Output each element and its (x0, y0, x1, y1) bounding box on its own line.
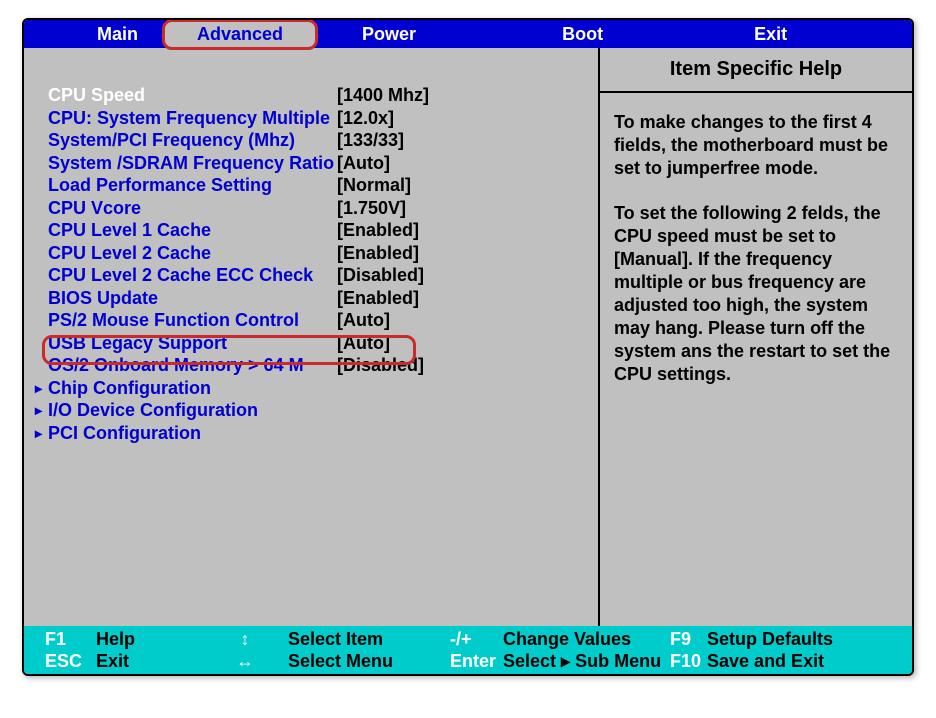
setting-row[interactable]: BIOS Update [Enabled] (48, 287, 588, 310)
submenu-io-device-config[interactable]: I/O Device Configuration (48, 399, 588, 422)
submenu-label: Chip Configuration (48, 377, 337, 400)
help-title: Item Specific Help (600, 48, 912, 93)
hint-row: ESC Exit ↔ Select Menu Enter Select ▸ Su… (45, 650, 902, 672)
content-area: CPU Speed [1400 Mhz] CPU: System Frequen… (24, 48, 912, 626)
setting-value: [Disabled] (337, 354, 424, 377)
setting-value: [Enabled] (337, 219, 419, 242)
submenu-pci-config[interactable]: PCI Configuration (48, 422, 588, 445)
submenu-chip-config[interactable]: Chip Configuration (48, 377, 588, 400)
tab-power[interactable]: Power (344, 24, 434, 45)
hint-text-select-item: Select Item (288, 629, 383, 650)
setting-row[interactable]: CPU Level 1 Cache [Enabled] (48, 219, 588, 242)
leftright-arrow-icon: ↔ (235, 651, 255, 672)
setting-label: CPU Level 2 Cache (48, 242, 337, 265)
tab-exit[interactable]: Exit (736, 24, 805, 45)
help-body: To make changes to the first 4 fields, t… (600, 93, 912, 416)
help-paragraph: To make changes to the first 4 fields, t… (614, 111, 898, 180)
hint-text-select-menu: Select Menu (288, 651, 393, 672)
tab-boot[interactable]: Boot (544, 24, 621, 45)
hint-text-exit: Exit (96, 651, 129, 672)
setting-value: [12.0x] (337, 107, 394, 130)
setting-row[interactable]: CPU Speed [1400 Mhz] (48, 84, 588, 107)
tab-bar: Main Advanced Power Boot Exit (24, 20, 912, 48)
setting-value: [Enabled] (337, 287, 419, 310)
setting-value: [1.750V] (337, 197, 406, 220)
setting-value: [Auto] (337, 152, 390, 175)
tab-advanced[interactable]: Advanced (162, 19, 318, 50)
hint-text-select-submenu: Select ▸ Sub Menu (503, 651, 661, 672)
setting-label: PS/2 Mouse Function Control (48, 309, 337, 332)
hint-text-change-values: Change Values (503, 629, 631, 650)
hint-row: F1 Help ↕ Select Item -/+ Change Values … (45, 628, 902, 650)
setting-label: OS/2 Onboard Memory > 64 M (48, 354, 337, 377)
hint-text-save-exit: Save and Exit (707, 651, 824, 672)
submenu-label: I/O Device Configuration (48, 399, 337, 422)
hint-bar: F1 Help ↕ Select Item -/+ Change Values … (24, 626, 912, 674)
setting-label: BIOS Update (48, 287, 337, 310)
hint-text-help: Help (96, 629, 135, 650)
setting-label: CPU Level 2 Cache ECC Check (48, 264, 337, 287)
help-paragraph: To set the following 2 felds, the CPU sp… (614, 202, 898, 386)
setting-row[interactable]: CPU Level 2 Cache ECC Check [Disabled] (48, 264, 588, 287)
setting-value: [Disabled] (337, 264, 424, 287)
setting-label: CPU Level 1 Cache (48, 219, 337, 242)
setting-label: System/PCI Frequency (Mhz) (48, 129, 337, 152)
hint-key-minus-plus: -/+ (450, 629, 498, 650)
submenu-label: PCI Configuration (48, 422, 337, 445)
setting-value: [Auto] (337, 332, 390, 355)
setting-row[interactable]: OS/2 Onboard Memory > 64 M [Disabled] (48, 354, 588, 377)
setting-value: [Auto] (337, 309, 390, 332)
setting-label: CPU: System Frequency Multiple (48, 107, 337, 130)
setting-value: [Enabled] (337, 242, 419, 265)
setting-row[interactable]: CPU Level 2 Cache [Enabled] (48, 242, 588, 265)
setting-row[interactable]: PS/2 Mouse Function Control [Auto] (48, 309, 588, 332)
setting-value: [Normal] (337, 174, 411, 197)
setting-value: [133/33] (337, 129, 404, 152)
setting-row[interactable]: System/PCI Frequency (Mhz) [133/33] (48, 129, 588, 152)
setting-label: CPU Speed (48, 84, 337, 107)
bios-window: Main Advanced Power Boot Exit CPU Speed … (22, 18, 914, 676)
hint-key-esc: ESC (45, 651, 91, 672)
hint-key-f10: F10 (670, 651, 702, 672)
hint-key-f9: F9 (670, 629, 702, 650)
hint-key-f1: F1 (45, 629, 91, 650)
setting-label: System /SDRAM Frequency Ratio (48, 152, 337, 175)
setting-row[interactable]: Load Performance Setting [Normal] (48, 174, 588, 197)
setting-row[interactable]: System /SDRAM Frequency Ratio [Auto] (48, 152, 588, 175)
setting-label: USB Legacy Support (48, 332, 337, 355)
updown-arrow-icon: ↕ (235, 629, 255, 650)
setting-label: Load Performance Setting (48, 174, 337, 197)
setting-row-usb-legacy[interactable]: USB Legacy Support [Auto] (48, 332, 588, 355)
tab-main[interactable]: Main (79, 24, 156, 45)
setting-row[interactable]: CPU Vcore [1.750V] (48, 197, 588, 220)
hint-key-enter: Enter (450, 651, 498, 672)
help-pane: Item Specific Help To make changes to th… (600, 48, 912, 626)
setting-label: CPU Vcore (48, 197, 337, 220)
hint-text-setup-defaults: Setup Defaults (707, 629, 833, 650)
setting-row[interactable]: CPU: System Frequency Multiple [12.0x] (48, 107, 588, 130)
settings-pane: CPU Speed [1400 Mhz] CPU: System Frequen… (24, 48, 600, 626)
setting-value: [1400 Mhz] (337, 84, 429, 107)
